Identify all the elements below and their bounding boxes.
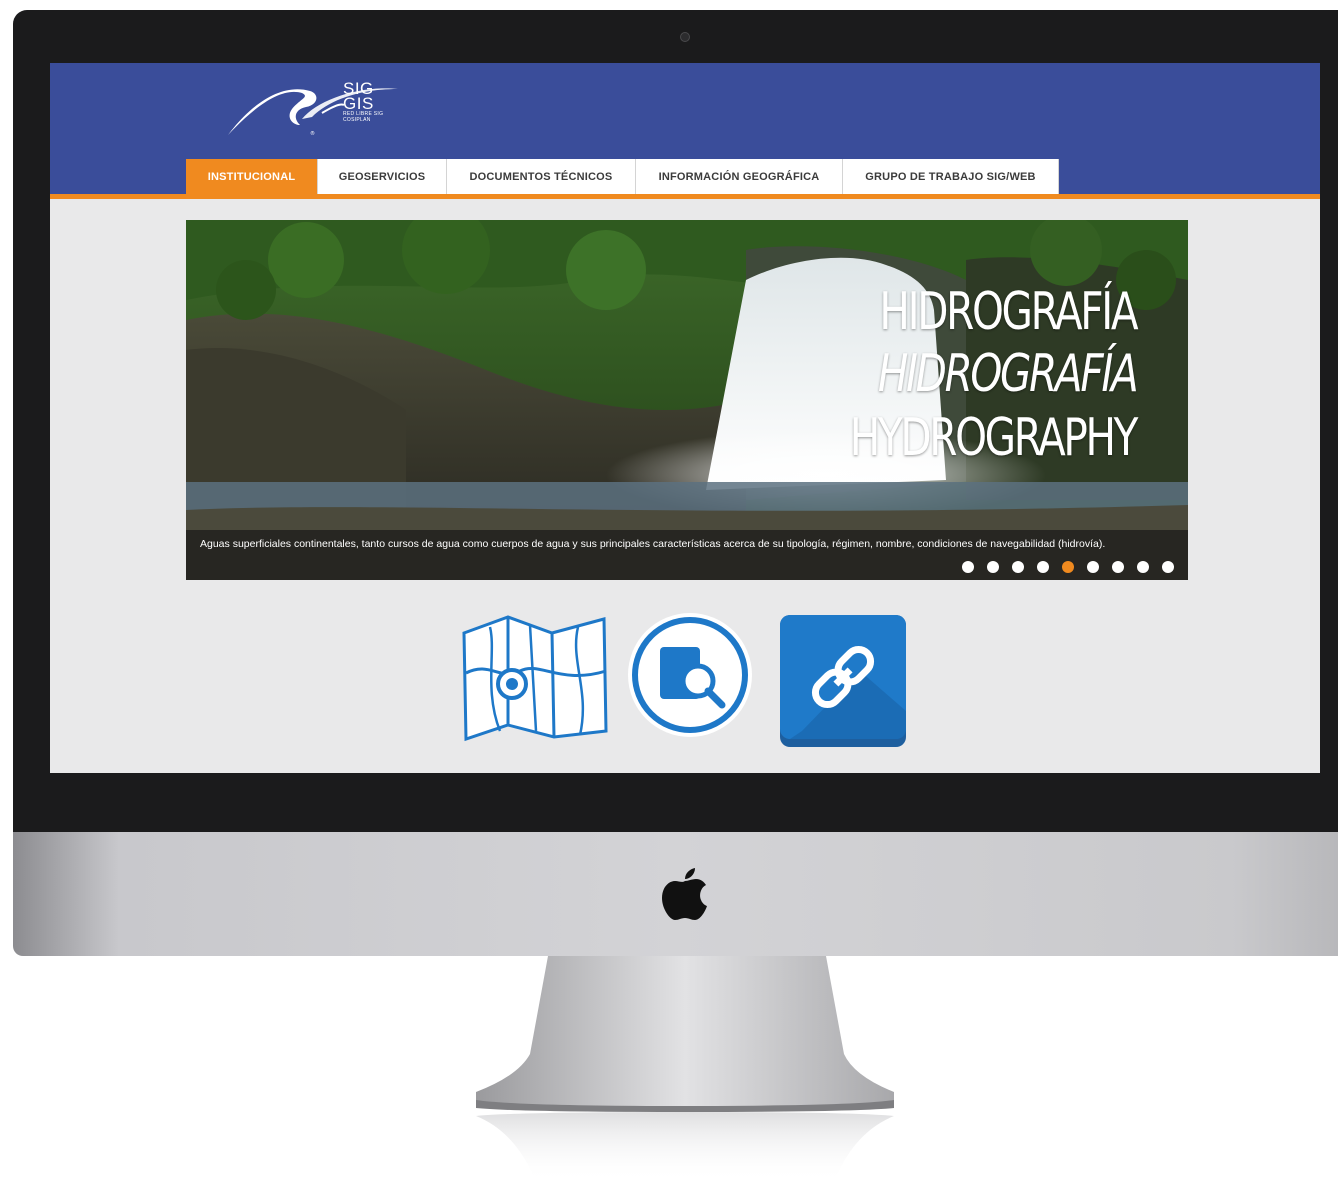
- slider-dot-2[interactable]: [987, 561, 999, 573]
- slider-dot-7[interactable]: [1112, 561, 1124, 573]
- feature-icons: [462, 613, 906, 747]
- header-accent-line: [50, 194, 1320, 199]
- image-slider[interactable]: HIDROGRAFÍA HIDROGRAFÍA HYDROGRAPHY Agua…: [186, 220, 1188, 580]
- link-icon[interactable]: [780, 615, 906, 747]
- website-screen: ® SIG GIS RED LIBRE SIG COSIPLAN INSTITU…: [50, 63, 1320, 773]
- nav-informacion-geografica[interactable]: INFORMACIÓN GEOGRÁFICA: [636, 159, 843, 194]
- slider-dot-6[interactable]: [1087, 561, 1099, 573]
- svg-text:®: ®: [310, 130, 315, 137]
- slider-dots: [962, 561, 1174, 573]
- slider-dot-5[interactable]: [1062, 561, 1074, 573]
- slider-dot-3[interactable]: [1012, 561, 1024, 573]
- slider-dot-9[interactable]: [1162, 561, 1174, 573]
- nav-documentos-tecnicos[interactable]: DOCUMENTOS TÉCNICOS: [447, 159, 636, 194]
- camera-icon: [680, 32, 690, 42]
- slider-dot-4[interactable]: [1037, 561, 1049, 573]
- slide-title-es: HIDROGRAFÍA: [879, 282, 1138, 342]
- map-icon[interactable]: [462, 615, 608, 742]
- logo-wordmark: SIG GIS RED LIBRE SIG COSIPLAN: [343, 80, 383, 123]
- nav-institucional[interactable]: INSTITUCIONAL: [186, 159, 318, 194]
- main-nav: INSTITUCIONAL GEOSERVICIOS DOCUMENTOS TÉ…: [186, 159, 1059, 194]
- site-header: ® SIG GIS RED LIBRE SIG COSIPLAN INSTITU…: [50, 63, 1320, 196]
- logo-cosiplan: COSIPLAN: [343, 117, 371, 123]
- slider-dot-1[interactable]: [962, 561, 974, 573]
- slider-dot-8[interactable]: [1137, 561, 1149, 573]
- nav-geoservicios[interactable]: GEOSERVICIOS: [318, 159, 447, 194]
- search-document-icon[interactable]: [628, 613, 752, 737]
- slide-title-en: HYDROGRAPHY: [849, 408, 1139, 468]
- apple-logo-icon: [662, 868, 707, 920]
- monitor-stand: [476, 956, 894, 1112]
- nav-grupo-trabajo[interactable]: GRUPO DE TRABAJO SIG/WEB: [843, 159, 1059, 194]
- stand-reflection: [476, 1112, 894, 1182]
- slide-title-pt: HIDROGRAFÍA: [877, 344, 1139, 404]
